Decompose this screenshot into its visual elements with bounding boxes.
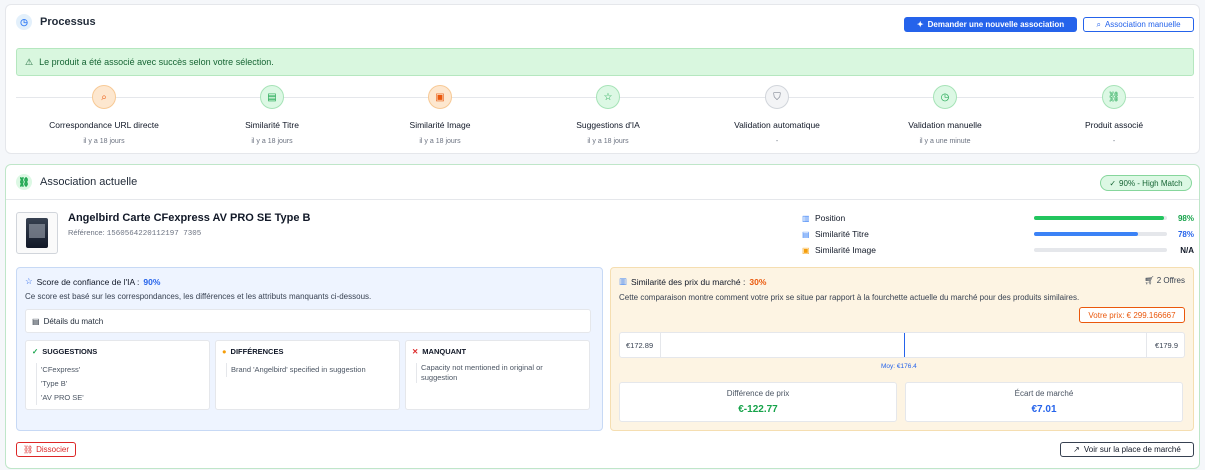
close-icon: ✕ bbox=[412, 347, 419, 356]
request-association-button[interactable]: ✦ Demander une nouvelle association bbox=[904, 17, 1077, 32]
product-name: Angelbird Carte CFexpress AV PRO SE Type… bbox=[68, 212, 311, 224]
suggestion-item: 'Type B' bbox=[41, 379, 68, 388]
product-reference: Référence: 1560564220112197 7305 bbox=[68, 228, 202, 238]
sparkle-icon: ✦ bbox=[916, 20, 924, 29]
processus-title: Processus bbox=[40, 16, 96, 28]
range-divider bbox=[1146, 333, 1147, 357]
external-link-icon: ↗ bbox=[1073, 445, 1080, 454]
your-price-badge: Votre prix: € 299.166667 bbox=[1079, 307, 1185, 323]
price-difference: Différence de prix €-122.77 bbox=[619, 382, 897, 422]
circle-icon: ● bbox=[222, 347, 227, 356]
memory-card-image bbox=[26, 218, 48, 248]
similarity-metrics: ▥ Position 98% ▤ Similarité Titre 78% ▣ … bbox=[802, 210, 1194, 258]
range-high: €179.9 bbox=[1155, 341, 1178, 350]
offers-count: 🛒︎ 2 Offres bbox=[1144, 276, 1185, 285]
association-header: ⛓ Association actuelle bbox=[16, 174, 137, 190]
market-gap: Écart de marché €7.01 bbox=[905, 382, 1183, 422]
metric-title: ▤ Similarité Titre 78% bbox=[802, 229, 1194, 239]
step-auto-validation: ⛉ Validation automatique - bbox=[697, 85, 857, 145]
product-thumbnail bbox=[16, 212, 58, 254]
divider bbox=[6, 199, 1199, 200]
range-low: €172.89 bbox=[626, 341, 654, 350]
metric-image: ▣ Similarité Image N/A bbox=[802, 245, 1194, 255]
image-bar bbox=[1034, 248, 1167, 252]
clock-icon: ◷ bbox=[933, 85, 957, 109]
position-bar bbox=[1034, 216, 1167, 220]
difference-item: Brand 'Angelbird' specified in suggestio… bbox=[231, 365, 366, 374]
search-icon: ⌕ bbox=[92, 85, 116, 109]
dissociate-button[interactable]: ⛓ Dissocier bbox=[16, 442, 76, 457]
metric-position: ▥ Position 98% bbox=[802, 213, 1194, 223]
step-associated: ⛓ Produit associé - bbox=[1034, 85, 1194, 145]
association-title: Association actuelle bbox=[40, 176, 138, 188]
document-icon: ▤ bbox=[802, 229, 810, 239]
star-icon: ☆ bbox=[596, 85, 620, 109]
document-icon: ▤ bbox=[32, 316, 40, 326]
link-icon: ⛓ bbox=[16, 174, 32, 190]
processus-card: ◷ Processus ✦ Demander une nouvelle asso… bbox=[5, 4, 1200, 154]
range-divider bbox=[660, 333, 661, 357]
missing-item: suggestion bbox=[421, 373, 458, 382]
association-card: ⛓ Association actuelle ✓ 90% - High Matc… bbox=[5, 164, 1200, 469]
star-icon: ☆ bbox=[25, 276, 33, 286]
chart-icon: ▥ bbox=[619, 276, 628, 286]
step-url: ⌕ Correspondance URL directe il y a 18 j… bbox=[24, 85, 184, 145]
cart-icon: 🛒︎ bbox=[1144, 276, 1155, 285]
match-badge: ✓ 90% - High Match bbox=[1100, 175, 1192, 191]
search-icon: ⌕ bbox=[1096, 19, 1101, 29]
image-icon: ▣ bbox=[802, 245, 810, 255]
step-title: ▤ Similarité Titre il y a 18 jours bbox=[192, 85, 352, 145]
missing-item: Capacity not mentioned in original or bbox=[421, 363, 543, 372]
suggestions-column: ✓ SUGGESTIONS 'CFexpress' 'Type B' 'AV P… bbox=[25, 340, 210, 410]
ai-confidence-panel: ☆ Score de confiance de l'IA : 90% Ce sc… bbox=[16, 267, 603, 431]
price-range-bar: €172.89 €179.9 bbox=[619, 332, 1185, 358]
market-price-panel: ▥ Similarité des prix du marché : 30% 🛒︎… bbox=[610, 267, 1194, 431]
match-details-toggle[interactable]: ▤ Détails du match bbox=[25, 309, 591, 333]
manual-association-button[interactable]: ⌕ Association manuelle bbox=[1083, 17, 1194, 32]
check-icon: ✓ bbox=[32, 347, 39, 356]
document-icon: ▤ bbox=[260, 85, 284, 109]
process-timeline: ⌕ Correspondance URL directe il y a 18 j… bbox=[16, 85, 1194, 147]
step-image: ▣ Similarité Image il y a 18 jours bbox=[360, 85, 520, 145]
step-manual-validation: ◷ Validation manuelle il y a une minute bbox=[865, 85, 1025, 145]
average-label: Moy: €176.4 bbox=[881, 363, 917, 370]
suggestion-item: 'AV PRO SE' bbox=[41, 393, 84, 402]
chart-icon: ▥ bbox=[802, 213, 810, 223]
missing-column: ✕ MANQUANT Capacity not mentioned in ori… bbox=[405, 340, 590, 410]
shield-icon: ⛉ bbox=[765, 85, 789, 109]
unlink-icon: ⛓ bbox=[22, 445, 34, 454]
check-icon: ✓ bbox=[1109, 178, 1117, 188]
image-icon: ▣ bbox=[428, 85, 452, 109]
processus-header: ◷ Processus bbox=[16, 14, 96, 30]
differences-column: ● DIFFÉRENCES Brand 'Angelbird' specifie… bbox=[215, 340, 400, 410]
clock-icon: ◷ bbox=[16, 14, 32, 30]
title-bar bbox=[1034, 232, 1167, 236]
average-marker bbox=[904, 333, 905, 357]
link-icon: ⛓ bbox=[1102, 85, 1126, 109]
step-ai: ☆ Suggestions d'IA il y a 18 jours bbox=[528, 85, 688, 145]
suggestion-item: 'CFexpress' bbox=[41, 365, 81, 374]
warning-icon: ⚠ bbox=[25, 56, 34, 67]
view-marketplace-button[interactable]: ↗ Voir sur la place de marché bbox=[1060, 442, 1194, 457]
success-alert: ⚠ Le produit a été associé avec succès s… bbox=[16, 48, 1194, 76]
